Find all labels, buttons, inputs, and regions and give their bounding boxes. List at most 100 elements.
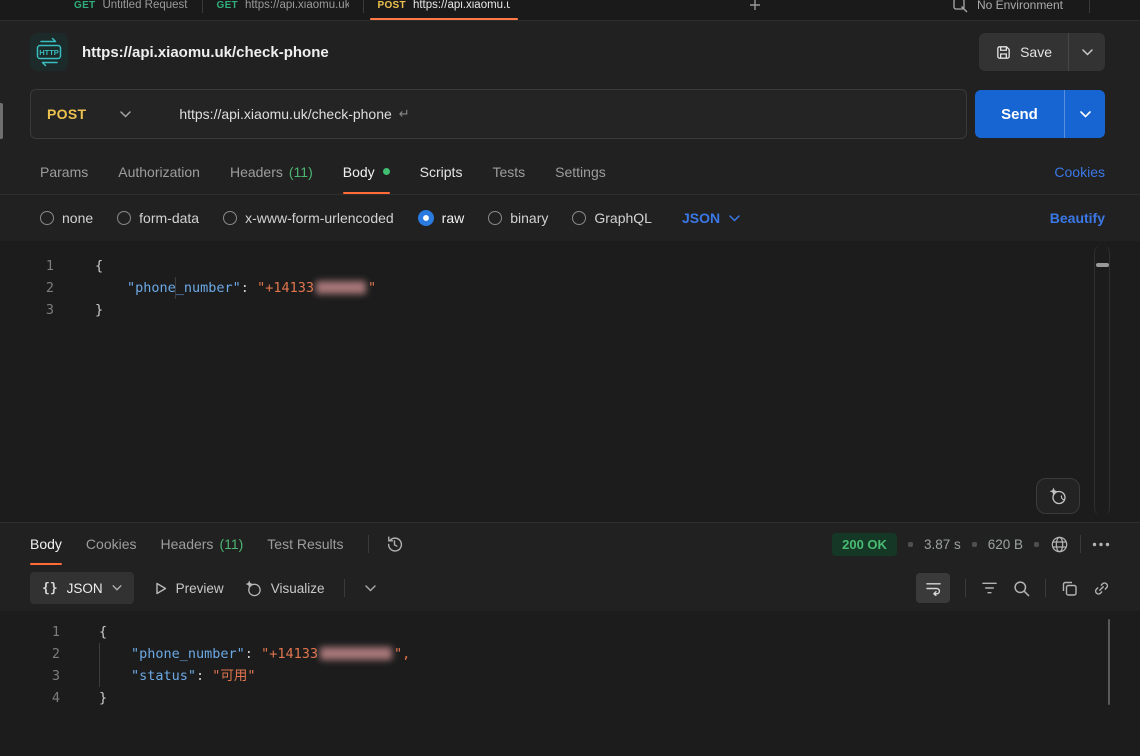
editor-scrollbar[interactable] [1094,245,1110,516]
send-options-button[interactable] [1065,90,1105,138]
tab-settings[interactable]: Settings [555,149,606,194]
save-label: Save [1020,44,1052,60]
active-tab-underline [30,563,62,565]
request-tab-1[interactable]: GET Untitled Request [60,0,202,21]
cookies-link[interactable]: Cookies [1054,164,1105,180]
divider [1080,535,1081,553]
method-label: POST [47,106,86,122]
active-tab-underline [343,192,390,194]
sidebar-resize-handle[interactable] [0,103,3,139]
search-button[interactable] [1013,580,1030,597]
headers-count: (11) [289,164,313,180]
method-badge-post: POST [378,0,406,11]
preview-button[interactable]: Preview [154,581,224,596]
tab-scripts[interactable]: Scripts [420,149,463,194]
response-body-editor[interactable]: 1 { 2 "phone_number": "+14133", 3 "statu… [0,611,1140,756]
search-icon [1013,580,1030,597]
response-meta: 200 OK 3.87 s 620 B [832,533,1110,556]
bodytype-graphql[interactable]: GraphQL [572,210,652,226]
line-number: 2 [0,277,80,299]
tab-label: Authorization [118,164,200,180]
return-key-hint: ↵ [399,106,410,122]
token: : [245,646,261,662]
tab-label: Body [30,536,62,552]
wrap-lines-button[interactable] [916,573,950,603]
send-button[interactable]: Send [975,90,1064,138]
tab-title: https://api.xiaomu.uk/c [413,0,510,11]
tab-label: Body [343,164,375,180]
token: : [241,280,257,296]
response-format-selector[interactable]: {} JSON [30,572,134,604]
save-button-group: Save [979,33,1105,71]
token: { [99,624,107,640]
new-tab-button[interactable] [744,0,766,16]
visualize-button[interactable]: Visualize [244,579,325,598]
code-line: 3 } [0,299,1140,321]
method-badge-get: GET [74,0,95,11]
bodytype-urlencoded[interactable]: x-www-form-urlencoded [223,210,394,226]
response-options-button[interactable] [1092,542,1110,547]
language-label: JSON [682,210,720,226]
tab-title: https://api.xiaomu.uk/se [245,0,349,11]
response-time[interactable]: 3.87 s [924,537,961,552]
environment-selector[interactable]: No Environment [952,0,1089,14]
response-tab-headers[interactable]: Headers(11) [161,523,244,565]
dot-separator [908,542,913,547]
json-key: "phone_number" [127,280,241,296]
line-number: 2 [0,643,84,665]
tab-authorization[interactable]: Authorization [118,149,200,194]
tab-body[interactable]: Body [343,149,390,194]
response-size[interactable]: 620 B [988,537,1023,552]
code-line: 2 "phone_number": "+14133" [0,277,1140,299]
code-line: 3 "status": "可用" [0,665,1140,687]
request-tab-3-active[interactable]: POST https://api.xiaomu.uk/c [364,0,524,21]
request-title: https://api.xiaomu.uk/check-phone [82,44,329,61]
format-label: JSON [67,581,103,596]
tab-params[interactable]: Params [40,149,88,194]
response-tab-test-results[interactable]: Test Results [267,523,343,565]
status-badge[interactable]: 200 OK [832,533,897,556]
dot-separator [972,542,977,547]
tab-headers[interactable]: Headers(11) [230,149,313,194]
chevron-down-icon [729,215,740,222]
tab-label: Settings [555,164,606,180]
request-tab-2[interactable]: GET https://api.xiaomu.uk/se [203,0,363,21]
bodytype-form-data[interactable]: form-data [117,210,199,226]
scrollbar-thumb[interactable] [1096,263,1109,267]
url-input[interactable]: https://api.xiaomu.uk/check-phone [179,106,391,122]
save-button[interactable]: Save [979,33,1068,71]
chevron-down-icon [112,585,122,591]
line-number: 3 [0,665,84,687]
bodytype-binary[interactable]: binary [488,210,548,226]
copy-button[interactable] [1061,580,1078,597]
save-options-button[interactable] [1069,33,1105,71]
network-info-button[interactable] [1050,535,1069,554]
response-tab-body[interactable]: Body [30,523,62,565]
tab-label: Headers [161,536,214,552]
filter-button[interactable] [981,580,998,596]
svg-text:HTTP: HTTP [39,48,59,57]
request-tabs: Params Authorization Headers(11) Body Sc… [0,149,1140,195]
postbot-button[interactable] [1036,478,1080,514]
token: } [99,690,107,706]
link-button[interactable] [1093,580,1110,597]
wrap-text-icon [925,581,942,596]
bodytype-raw-selected[interactable]: raw [418,210,465,226]
braces-icon: {} [42,581,58,596]
response-tab-cookies[interactable]: Cookies [86,523,137,565]
filter-icon [981,580,998,596]
language-selector[interactable]: JSON [682,210,740,226]
active-tab-underline [370,18,518,20]
response-toolbar: {} JSON Preview Visualize [0,565,1140,611]
beautify-link[interactable]: Beautify [1050,210,1105,226]
visualize-options-chevron[interactable] [365,585,376,592]
response-history-button[interactable] [385,535,404,554]
bodytype-none[interactable]: none [40,210,93,226]
tab-title: Untitled Request [102,0,187,11]
tab-tests[interactable]: Tests [492,149,525,194]
line-number: 1 [0,255,80,277]
line-number: 1 [0,621,84,643]
method-selector[interactable]: POST [31,106,149,122]
request-body-editor[interactable]: 1 { 2 "phone_number": "+14133" 3 } [0,241,1140,522]
scrollbar-thumb[interactable] [1108,619,1110,705]
